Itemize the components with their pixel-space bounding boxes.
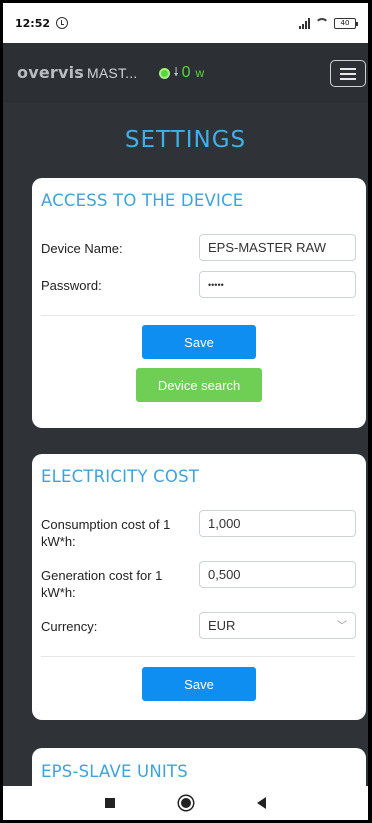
currency-select[interactable]: EUR ﹀ <box>199 612 356 639</box>
hamburger-icon-line <box>340 77 356 80</box>
access-divider <box>41 315 355 316</box>
hamburger-icon-line <box>340 72 356 75</box>
consumption-cost-label: Consumption cost of 1 kW*h: <box>41 517 171 549</box>
battery-icon: 40 <box>334 17 358 29</box>
status-time: 12:52 <box>15 16 51 30</box>
access-card: ACCESS TO THE DEVICE Device Name: Passwo… <box>32 178 366 428</box>
signal-icon <box>299 17 310 29</box>
password-label: Password: <box>41 278 102 293</box>
device-search-button[interactable]: Device search <box>136 368 262 402</box>
hamburger-icon-line <box>340 67 356 70</box>
wifi-icon <box>315 18 329 28</box>
logo-brand: overvis <box>17 63 85 82</box>
consumption-cost-input[interactable] <box>199 510 356 537</box>
device-short-name: MAST... <box>87 65 138 81</box>
settings-content[interactable]: SETTINGS ACCESS TO THE DEVICE Device Nam… <box>3 103 368 786</box>
logo[interactable]: overvis MAST... <box>17 63 137 83</box>
recents-square-icon[interactable] <box>105 798 115 808</box>
status-bar: 12:52 40 <box>3 3 368 43</box>
chevron-down-icon: ﹀ <box>337 621 347 632</box>
app-header: overvis MAST... 🠗 0 w <box>3 43 368 103</box>
status-right: 40 <box>299 17 358 29</box>
electricity-card-title: ELECTRICITY COST <box>41 467 200 486</box>
currency-label: Currency: <box>41 619 98 634</box>
power-unit: w <box>195 66 205 80</box>
down-arrow-icon: 🠗 <box>173 64 179 79</box>
status-dot-icon <box>159 67 171 79</box>
device-name-input[interactable] <box>199 234 356 261</box>
page-title: SETTINGS <box>124 127 247 153</box>
generation-cost-input[interactable] <box>199 561 356 588</box>
password-input[interactable]: ••••• <box>199 271 356 298</box>
alarm-icon <box>56 17 69 29</box>
power-value: 0 <box>181 64 191 81</box>
nav-bar <box>3 786 368 820</box>
device-name-label: Device Name: <box>41 241 123 256</box>
electricity-divider <box>41 656 355 657</box>
status-left: 12:52 <box>15 16 69 30</box>
electricity-save-button[interactable]: Save <box>142 667 256 701</box>
battery-level: 40 <box>340 18 350 27</box>
slave-units-title: EPS-SLAVE UNITS <box>41 762 188 781</box>
currency-value: EUR <box>208 618 236 633</box>
menu-button[interactable] <box>330 60 366 87</box>
back-triangle-icon[interactable] <box>257 797 266 809</box>
access-card-title: ACCESS TO THE DEVICE <box>41 191 244 210</box>
access-save-button[interactable]: Save <box>142 325 256 359</box>
home-circle-icon[interactable] <box>179 796 193 810</box>
electricity-cost-card: ELECTRICITY COST Consumption cost of 1 k… <box>32 454 366 720</box>
generation-cost-label: Generation cost for 1 kW*h: <box>41 568 163 600</box>
power-status: 🠗 0 w <box>159 63 204 84</box>
slave-units-card: EPS-SLAVE UNITS <box>32 748 366 786</box>
